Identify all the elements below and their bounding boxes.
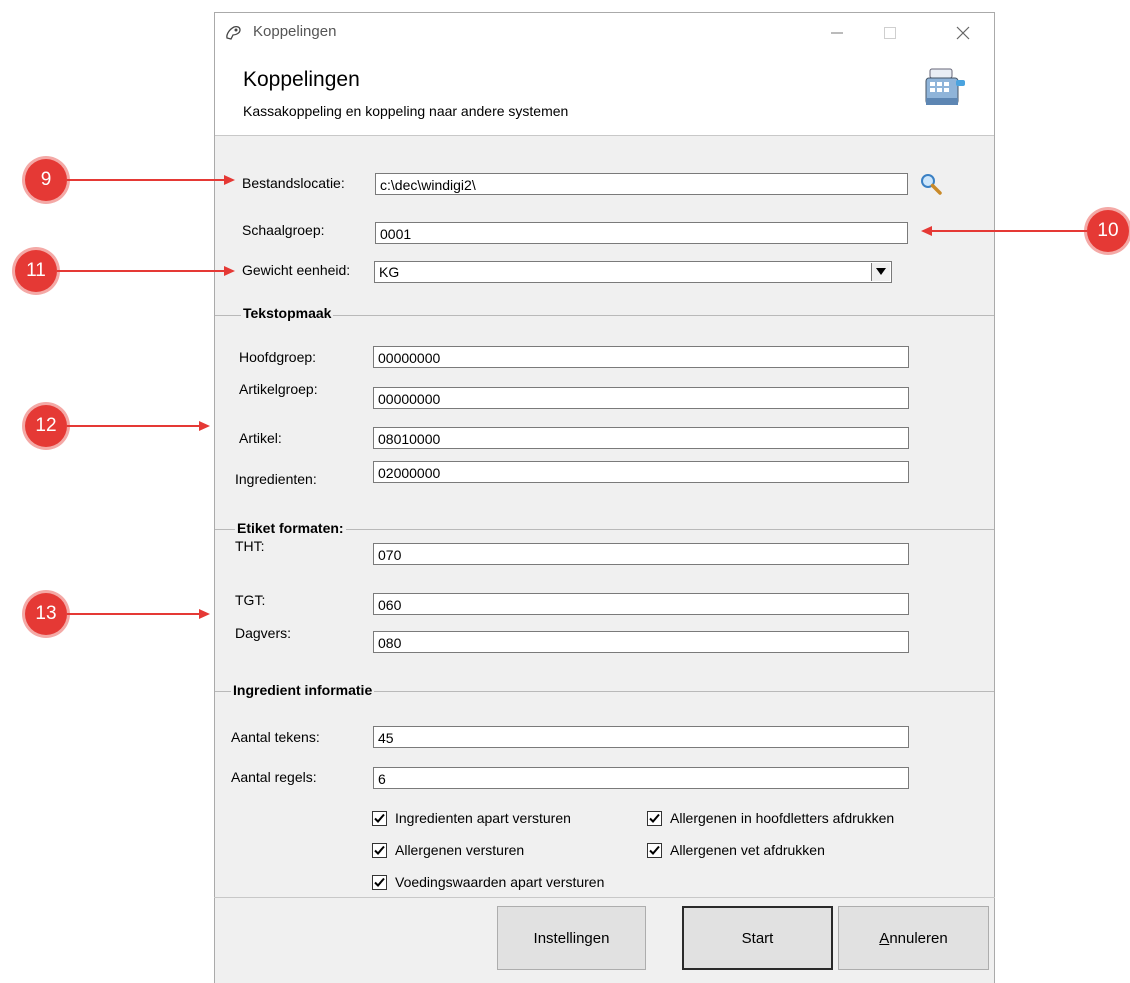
minimize-icon [831,32,843,34]
close-icon [956,26,970,40]
aantal-tekens-label: Aantal tekens: [231,729,320,745]
callout-badge-13: 13 [25,593,67,635]
instellingen-button[interactable]: Instellingen [497,906,646,970]
gewicht-eenheid-value: KG [379,264,400,280]
cash-register-icon [925,68,965,105]
callout-arrow-13 [67,613,202,615]
header-subtitle: Kassakoppeling en koppeling naar andere … [243,103,569,119]
tgt-input[interactable] [373,593,909,615]
bestandslocatie-input[interactable] [375,173,908,195]
ingredienten-input[interactable] [373,461,909,483]
dagvers-label: Dagvers: [235,625,292,641]
annuleren-label: nnuleren [889,929,948,947]
callout-arrow-10 [930,230,1087,232]
callout-badge-9: 9 [25,159,67,201]
title-bar: Koppelingen [215,13,994,53]
checkmark-icon[interactable] [372,874,387,890]
maximize-button[interactable] [867,13,913,53]
window-title: Koppelingen [253,23,337,40]
schaalgroep-input[interactable] [375,222,908,244]
ingredienten-apart-label: Ingredienten apart versturen [395,810,571,826]
annuleren-button[interactable]: Annuleren [838,906,989,970]
arrowhead-icon [921,226,932,236]
voedingswaarden-apart-label: Voedingswaarden apart versturen [395,874,605,890]
minimize-button[interactable] [814,13,860,53]
koppelingen-dialog: Koppelingen Koppelingen Kassakoppeling e… [214,12,995,983]
annuleren-accesskey: A [879,929,890,947]
ingredient-info-title: Ingredient informatie [231,682,375,698]
artikelgroep-label: Artikelgroep: [239,381,318,397]
callout-arrow-12 [67,425,202,427]
app-icon [226,25,241,40]
dialog-header: Koppelingen Kassakoppeling en koppeling … [215,53,994,136]
tgt-label: TGT: [235,592,266,608]
ingredienten-label: Ingredienten: [235,471,317,487]
dropdown-arrow-icon[interactable] [871,263,890,281]
callout-arrow-9 [67,179,227,181]
hoofdgroep-label: Hoofdgroep: [239,349,317,365]
dagvers-input[interactable] [373,631,909,653]
arrowhead-icon [199,609,210,619]
checkmark-icon[interactable] [647,810,662,826]
callout-arrow-11 [57,270,227,272]
voedingswaarden-apart-checkbox[interactable]: Voedingswaarden apart versturen [372,874,604,890]
allergenen-versturen-label: Allergenen versturen [395,842,525,858]
close-button[interactable] [940,13,986,53]
tht-input[interactable] [373,543,909,565]
ingredienten-apart-checkbox[interactable]: Ingredienten apart versturen [372,810,571,826]
button-bar-divider [214,897,995,898]
checkmark-icon[interactable] [647,842,662,858]
hoofdgroep-input[interactable] [373,346,909,368]
checkmark-icon[interactable] [372,842,387,858]
aantal-regels-label: Aantal regels: [231,769,317,785]
allergenen-vet-label: Allergenen vet afdrukken [670,842,825,858]
search-icon[interactable] [919,172,943,196]
gewicht-eenheid-label: Gewicht eenheid: [242,262,351,278]
maximize-icon [884,27,896,39]
gewicht-eenheid-select[interactable]: KG [374,261,892,283]
bestandslocatie-label: Bestandslocatie: [242,175,345,191]
callout-badge-10: 10 [1087,210,1129,252]
aantal-regels-input[interactable] [373,767,909,789]
start-button[interactable]: Start [682,906,833,970]
tht-label: THT: [235,538,265,554]
arrowhead-icon [199,421,210,431]
artikel-input[interactable] [373,427,909,449]
header-title: Koppelingen [243,68,360,91]
checkmark-icon[interactable] [372,810,387,826]
artikel-label: Artikel: [239,430,282,446]
artikelgroep-input[interactable] [373,387,909,409]
allergenen-vet-checkbox[interactable]: Allergenen vet afdrukken [647,842,825,858]
aantal-tekens-input[interactable] [373,726,909,748]
allergenen-hoofdletters-checkbox[interactable]: Allergenen in hoofdletters afdrukken [647,810,894,826]
arrowhead-icon [224,266,235,276]
callout-badge-12: 12 [25,405,67,447]
etiket-title: Etiket formaten: [235,520,346,536]
schaalgroep-label: Schaalgroep: [242,222,325,238]
allergenen-hoofdletters-label: Allergenen in hoofdletters afdrukken [670,810,895,826]
callout-badge-11: 11 [15,250,57,292]
arrowhead-icon [224,175,235,185]
allergenen-versturen-checkbox[interactable]: Allergenen versturen [372,842,524,858]
tekstopmaak-title: Tekstopmaak [241,305,334,321]
